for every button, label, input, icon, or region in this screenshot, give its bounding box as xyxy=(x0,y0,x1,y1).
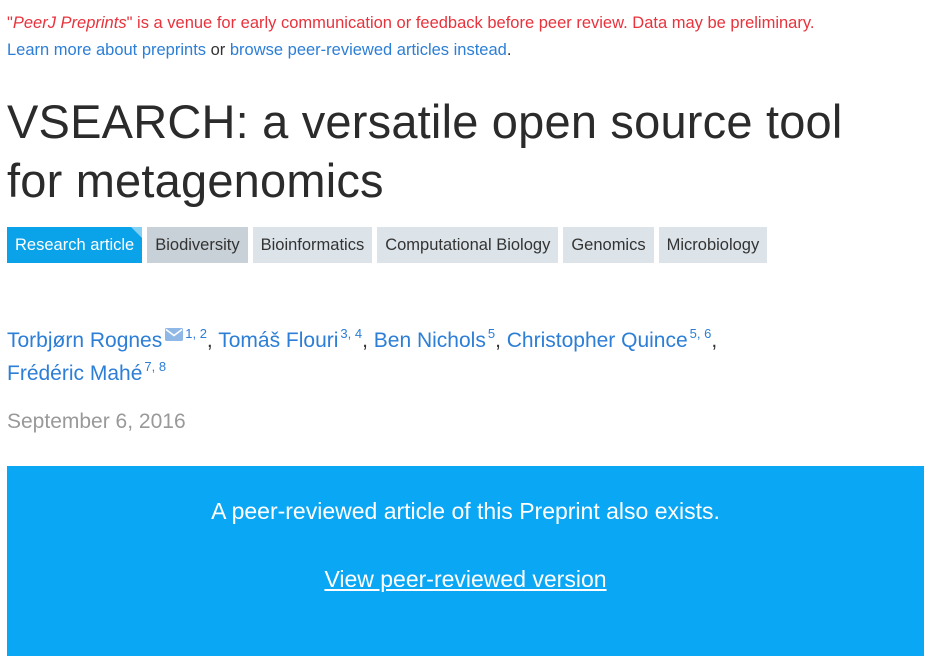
author-link[interactable]: Torbjørn Rognes 1, 2 xyxy=(7,326,207,352)
subject-tag-biodiversity[interactable]: Biodiversity xyxy=(147,227,248,263)
subject-tag-bioinformatics[interactable]: Bioinformatics xyxy=(252,227,373,263)
author-link[interactable]: Tomáš Flouri 3, 4 xyxy=(218,326,363,352)
subject-tag-computational-biology[interactable]: Computational Biology xyxy=(377,227,559,263)
view-peer-reviewed-link[interactable]: View peer-reviewed version xyxy=(324,566,606,592)
author-name: Tomáš Flouri xyxy=(218,329,339,352)
author-separator: , xyxy=(711,329,718,352)
author-affiliation: 1, 2 xyxy=(185,326,207,341)
author-link[interactable]: Ben Nichols 5 xyxy=(373,326,496,352)
browse-peer-reviewed-link[interactable]: browse peer-reviewed articles instead xyxy=(230,41,507,59)
author-affiliation: 7, 8 xyxy=(144,359,167,374)
subject-tag-microbiology[interactable]: Microbiology xyxy=(658,227,768,263)
notice-period: . xyxy=(506,41,512,59)
article-type-tag[interactable]: Research article xyxy=(7,227,143,263)
publication-date: September 6, 2016 xyxy=(7,410,186,433)
author-name: Ben Nichols xyxy=(373,329,486,352)
author-name: Torbjørn Rognes xyxy=(7,329,163,352)
notice-venue-name: PeerJ Preprints xyxy=(12,14,127,32)
author-affiliation: 5 xyxy=(487,326,496,341)
author-separator: , xyxy=(362,329,374,352)
author-link[interactable]: Christopher Quince 5, 6 xyxy=(506,326,712,352)
author-name: Christopher Quince xyxy=(506,329,688,352)
banner-link-row: View peer-reviewed version xyxy=(7,564,924,594)
notice-text: is a venue for early communication or fe… xyxy=(132,14,815,32)
author-affiliation: 5, 6 xyxy=(689,326,712,341)
peer-reviewed-banner: A peer-reviewed article of this Preprint… xyxy=(7,466,924,656)
author-affiliation: 3, 4 xyxy=(340,326,363,341)
author-separator: , xyxy=(495,329,507,352)
preprint-notice: "PeerJ Preprints" is a venue for early c… xyxy=(7,10,814,64)
banner-message: A peer-reviewed article of this Preprint… xyxy=(211,498,720,524)
envelope-icon[interactable] xyxy=(165,328,184,341)
learn-more-preprints-link[interactable]: Learn more about preprints xyxy=(7,41,206,59)
article-tags: Research article Biodiversity Bioinforma… xyxy=(7,227,768,263)
author-link[interactable]: Frédéric Mahé 7, 8 xyxy=(7,359,167,385)
author-name: Frédéric Mahé xyxy=(7,362,143,385)
article-title: VSEARCH: a versatile open source tool fo… xyxy=(7,95,843,207)
preprint-page: "PeerJ Preprints" is a venue for early c… xyxy=(0,0,944,672)
subject-tag-genomics[interactable]: Genomics xyxy=(563,227,654,263)
author-separator: , xyxy=(206,329,219,352)
notice-or-text: or xyxy=(206,41,230,59)
author-list: Torbjørn Rognes 1, 2, Tomáš Flouri 3, 4, B… xyxy=(7,324,907,390)
